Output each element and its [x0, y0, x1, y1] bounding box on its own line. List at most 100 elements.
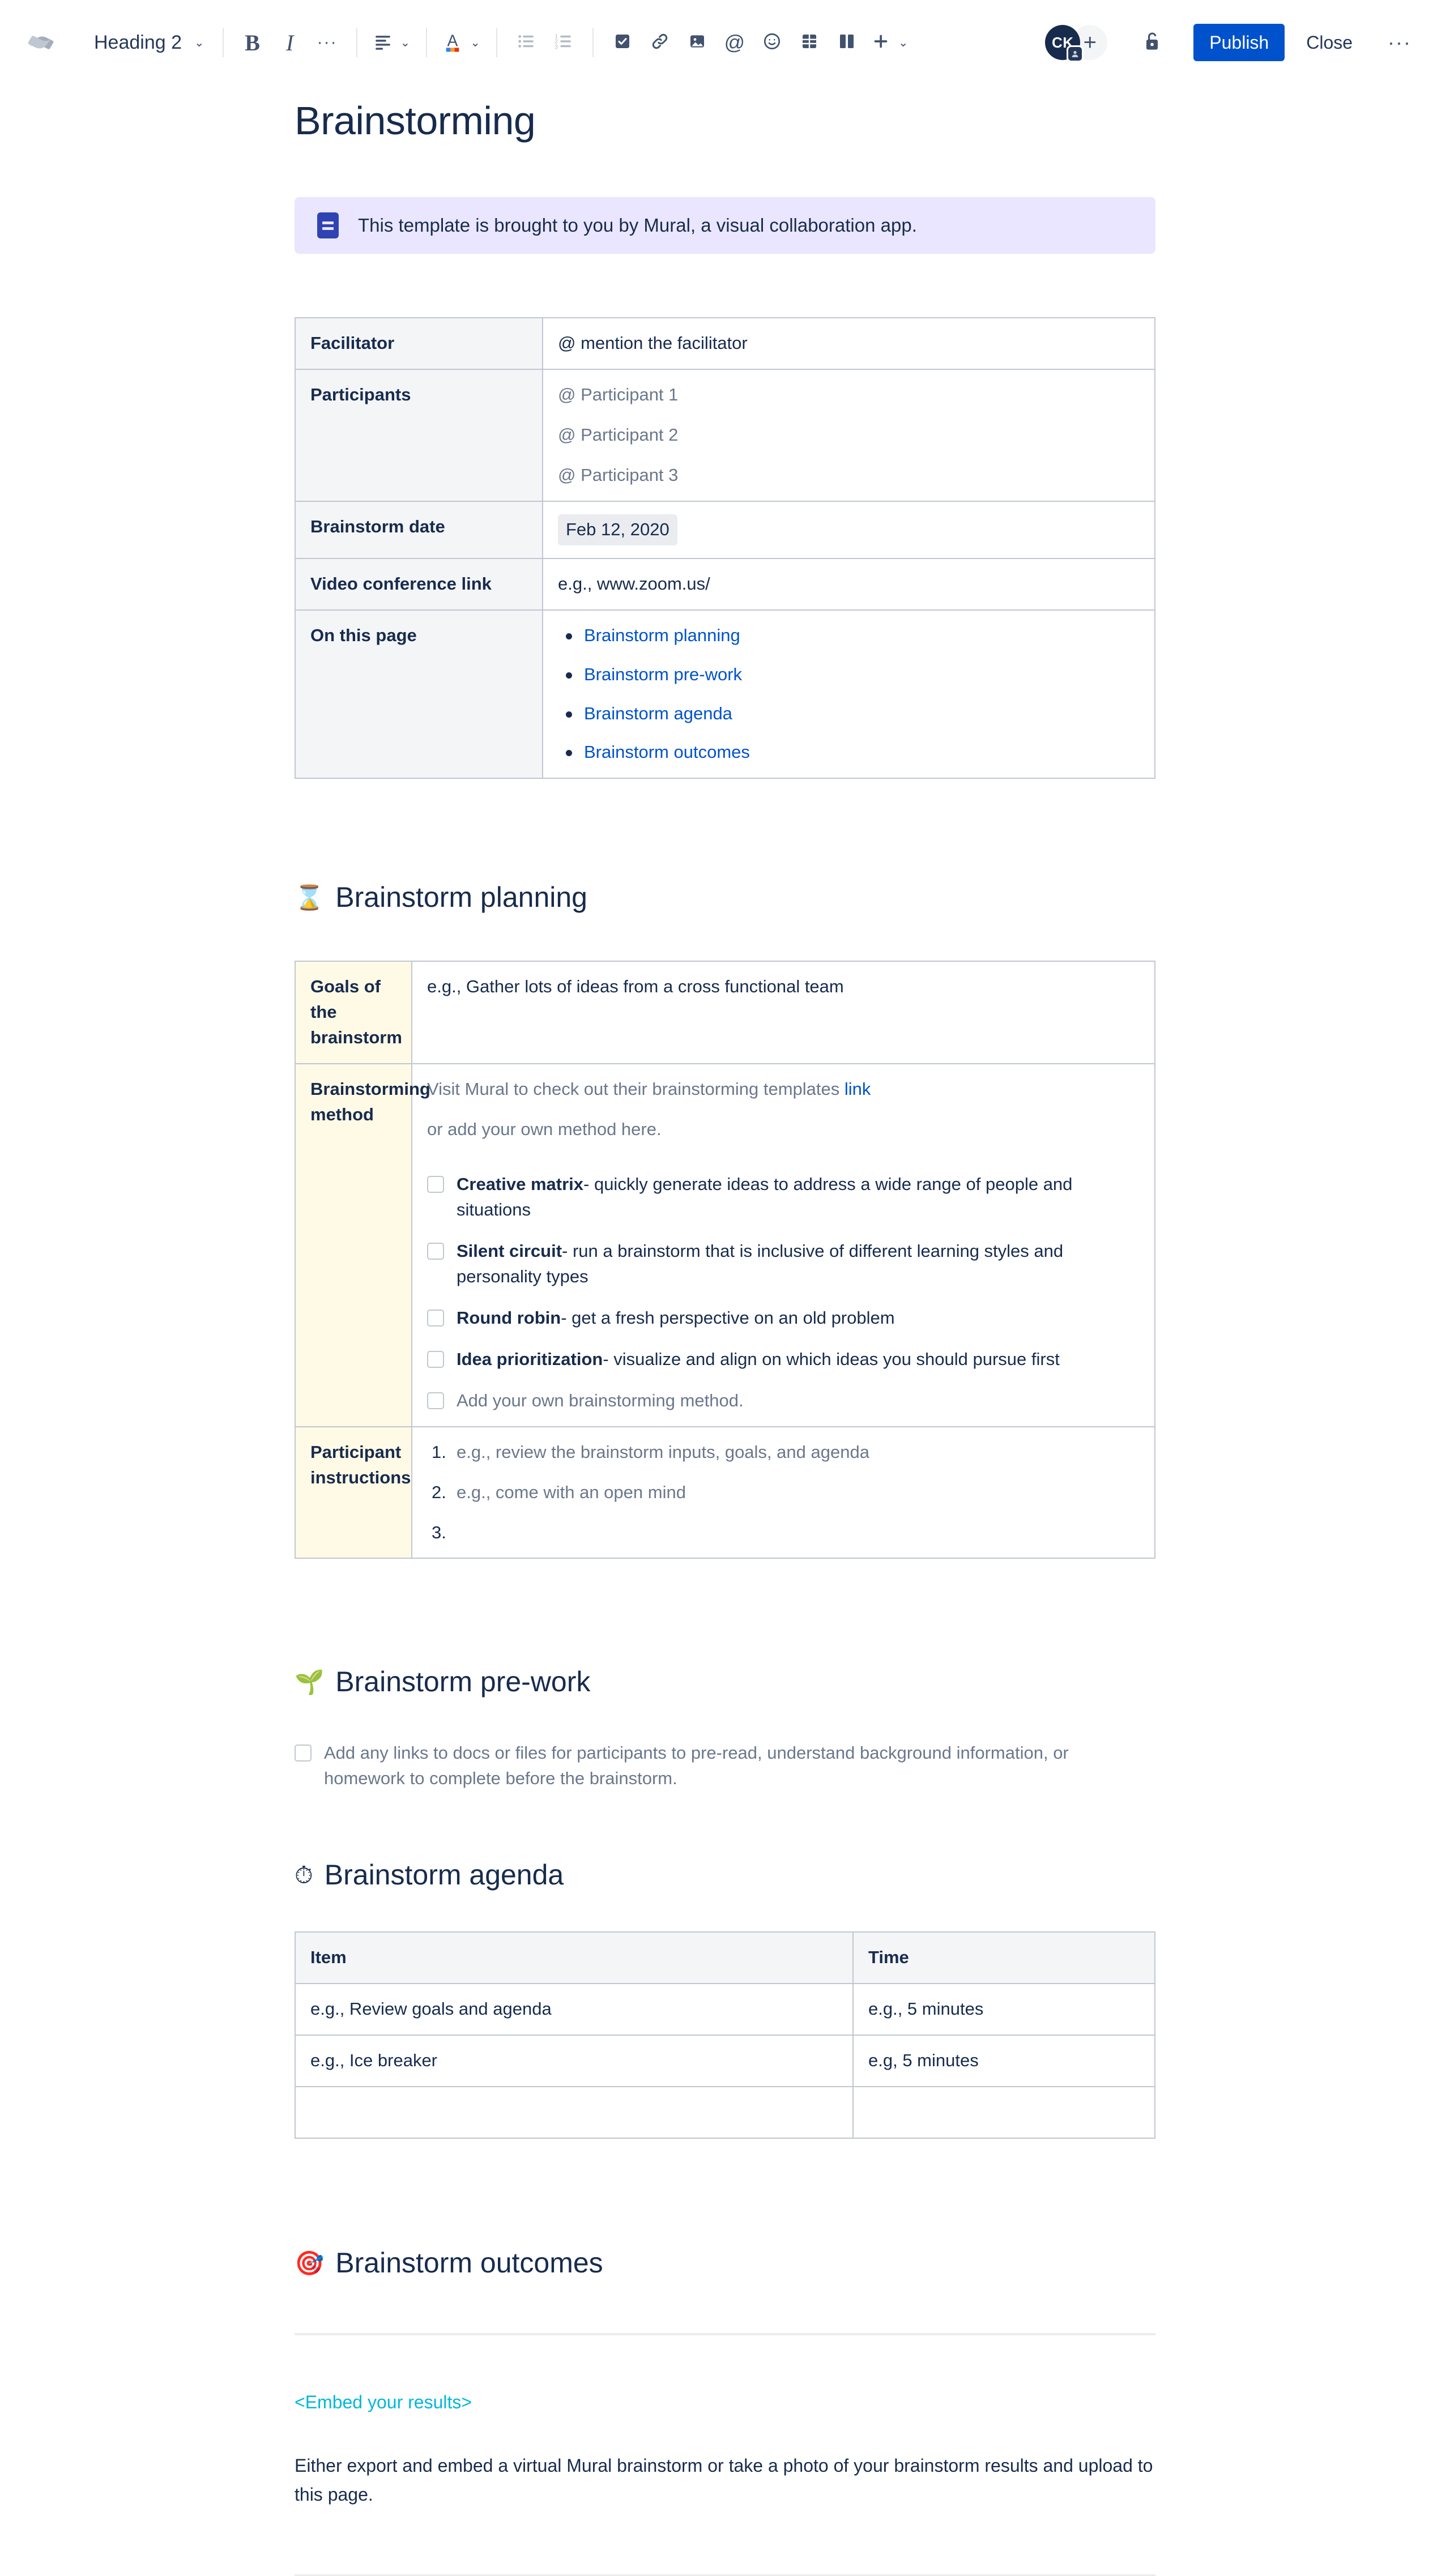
- table-row: Video conference link e.g., www.zoom.us/: [295, 557, 1155, 611]
- more-options-button[interactable]: ···: [1379, 24, 1421, 61]
- ellipsis-icon: ···: [1388, 31, 1411, 54]
- text-color-button[interactable]: A ⌄: [437, 24, 486, 61]
- table-row: Brainstorming method Visit Mural to chec…: [295, 1063, 1155, 1427]
- publish-button[interactable]: Publish: [1193, 24, 1285, 61]
- task-list-button[interactable]: [604, 24, 641, 61]
- more-formatting-button[interactable]: ···: [309, 24, 346, 61]
- row-label-facilitator: Facilitator: [295, 317, 543, 370]
- checkbox-silent-circuit[interactable]: [427, 1242, 444, 1260]
- toolbar-style-group: Heading 2 ⌄: [84, 24, 212, 61]
- mural-templates-link[interactable]: link: [845, 1079, 871, 1099]
- bullet-list-button[interactable]: [508, 24, 545, 61]
- row-label-video-link: Video conference link: [295, 557, 543, 611]
- bullet-list-icon: [517, 32, 536, 54]
- toolbar-divider: [222, 28, 224, 57]
- close-button[interactable]: Close: [1293, 24, 1366, 61]
- method-intro-line-2: or add your own method here.: [427, 1119, 662, 1140]
- row-label-brainstorm-date: Brainstorm date: [295, 500, 543, 559]
- toolbar-divider: [496, 28, 497, 57]
- row-value-on-this-page: Brainstorm planning Brainstorm pre-work …: [542, 609, 1155, 779]
- seedling-icon: 🌱: [295, 1668, 325, 1695]
- list-item: Add your own brainstorming method.: [427, 1388, 1140, 1414]
- mention-button[interactable]: @: [716, 24, 753, 61]
- user-status-badge-icon: [1067, 45, 1084, 62]
- svg-text:3: 3: [555, 44, 558, 50]
- text-align-button[interactable]: ⌄: [368, 24, 416, 61]
- avatar[interactable]: CK: [1045, 25, 1084, 62]
- agenda-item-1[interactable]: e.g., Review goals and agenda: [295, 1983, 854, 2036]
- brainstorm-info-table: Facilitator @ mention the facilitator Pa…: [295, 317, 1155, 779]
- table-row: On this page Brainstorm planning Brainst…: [295, 609, 1155, 779]
- row-value-method: Visit Mural to check out their brainstor…: [411, 1063, 1155, 1427]
- row-value-facilitator[interactable]: @ mention the facilitator: [542, 317, 1155, 370]
- prework-checklist-item: Add any links to docs or files for parti…: [295, 1741, 1178, 1792]
- agenda-item-3[interactable]: [295, 2086, 854, 2139]
- row-value-video-link[interactable]: e.g., www.zoom.us/: [542, 557, 1155, 611]
- row-label-participants: Participants: [295, 368, 543, 502]
- list-item: Creative matrix- quickly generate ideas …: [427, 1172, 1140, 1223]
- row-value-brainstorm-date[interactable]: Feb 12, 2020: [542, 500, 1155, 559]
- text-color-icon: A: [443, 31, 462, 55]
- toc-link-agenda[interactable]: Brainstorm agenda: [584, 703, 732, 723]
- numbered-list-button[interactable]: 123: [545, 24, 582, 61]
- target-icon: 🎯: [295, 2249, 325, 2276]
- agenda-time-1[interactable]: e.g., 5 minutes: [852, 1983, 1155, 2036]
- list-item[interactable]: [427, 1520, 1140, 1546]
- image-icon: [688, 32, 706, 53]
- method-intro-text: Visit Mural to check out their brainstor…: [427, 1079, 845, 1099]
- page-title[interactable]: Brainstorming: [295, 101, 1178, 140]
- toolbar-format-group: B I ···: [234, 24, 346, 61]
- publish-button-label: Publish: [1209, 32, 1269, 53]
- divider: [295, 2333, 1155, 2336]
- checkbox-prework[interactable]: [295, 1745, 312, 1762]
- table-row: Goals of the brainstorm e.g., Gather lot…: [295, 961, 1155, 1065]
- italic-button[interactable]: I: [271, 24, 309, 61]
- svg-text:A: A: [447, 32, 458, 50]
- column-header-item: Item: [295, 1931, 854, 1985]
- template-info-banner: This template is brought to you by Mural…: [295, 197, 1155, 254]
- agenda-item-2[interactable]: e.g., Ice breaker: [295, 2035, 854, 2088]
- participant-instructions-list: e.g., review the brainstorm inputs, goal…: [427, 1440, 1140, 1546]
- toc-link-outcomes[interactable]: Brainstorm outcomes: [584, 742, 750, 762]
- confluence-logo-icon[interactable]: [23, 24, 59, 61]
- emoji-button[interactable]: [753, 24, 791, 61]
- list-item: Silent circuit- run a brainstorm that is…: [427, 1239, 1140, 1290]
- brainstorm-method-checklist: Creative matrix- quickly generate ideas …: [427, 1172, 1140, 1414]
- embed-results-link[interactable]: <Embed your results>: [295, 2392, 472, 2412]
- bold-button[interactable]: B: [234, 24, 271, 61]
- embed-results-placeholder[interactable]: <Embed your results>: [295, 2392, 1178, 2413]
- checkbox-add-own-method[interactable]: [427, 1392, 444, 1409]
- outcomes-paragraph: Either export and embed a virtual Mural …: [295, 2455, 1153, 2505]
- method-name: Round robin: [457, 1307, 561, 1328]
- toolbar-divider: [356, 28, 357, 57]
- method-intro-line-1: Visit Mural to check out their brainstor…: [427, 1077, 1140, 1102]
- row-value-participants[interactable]: @ Participant 1 @ Participant 2 @ Partic…: [542, 368, 1155, 502]
- row-label-on-this-page: On this page: [295, 609, 543, 779]
- table-row: e.g., Ice breaker e.g, 5 minutes: [295, 2035, 1155, 2088]
- table-row: Facilitator @ mention the facilitator: [295, 317, 1155, 370]
- toolbar-divider: [426, 28, 428, 57]
- date-chip[interactable]: Feb 12, 2020: [558, 514, 677, 545]
- toc-link-planning[interactable]: Brainstorm planning: [584, 625, 740, 645]
- row-value-goals[interactable]: e.g., Gather lots of ideas from a cross …: [411, 961, 1155, 1065]
- agenda-time-3[interactable]: [852, 2086, 1155, 2139]
- agenda-time-2[interactable]: e.g, 5 minutes: [852, 2035, 1155, 2088]
- table-button[interactable]: [791, 24, 828, 61]
- image-button[interactable]: [679, 24, 716, 61]
- checkbox-round-robin[interactable]: [427, 1309, 444, 1327]
- list-item: Idea prioritization- visualize and align…: [427, 1347, 1140, 1372]
- method-label-idea-prioritization: Idea prioritization- visualize and align…: [457, 1347, 1060, 1372]
- list-item[interactable]: e.g., come with an open mind: [427, 1480, 1140, 1505]
- page-layout-button[interactable]: [828, 24, 865, 61]
- list-item[interactable]: e.g., review the brainstorm inputs, goal…: [427, 1440, 1140, 1465]
- checkbox-idea-prioritization[interactable]: [427, 1350, 444, 1368]
- method-desc: - get a fresh perspective on an old prob…: [561, 1307, 895, 1328]
- checkbox-creative-matrix[interactable]: [427, 1176, 444, 1193]
- table-row: Brainstorm date Feb 12, 2020: [295, 500, 1155, 559]
- text-style-select[interactable]: Heading 2 ⌄: [84, 24, 212, 61]
- toc-link-prework[interactable]: Brainstorm pre-work: [584, 664, 742, 684]
- insert-more-button[interactable]: ⌄: [865, 24, 914, 61]
- restrictions-button[interactable]: [1133, 24, 1171, 61]
- banner-text: This template is brought to you by Mural…: [358, 215, 917, 236]
- link-button[interactable]: [641, 24, 679, 61]
